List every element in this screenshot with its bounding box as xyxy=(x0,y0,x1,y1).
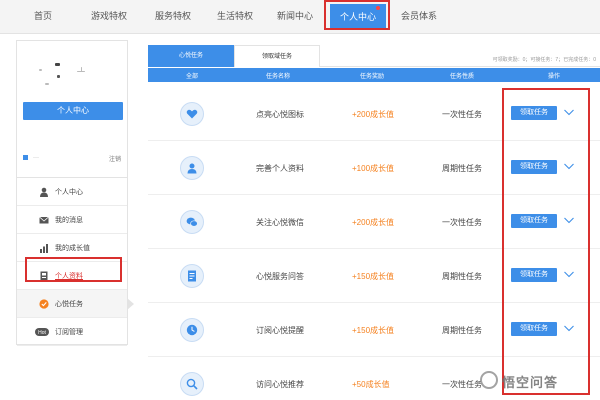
task-type: 一次性任务 xyxy=(442,218,482,227)
table-header: 全部 任务名称 任务奖励 任务性质 操作 xyxy=(148,68,600,82)
sidebar-item-label: 个人中心 xyxy=(55,189,83,196)
highlight-box-profile xyxy=(25,257,122,282)
svg-text:Hot: Hot xyxy=(38,330,46,336)
highlight-box-nav xyxy=(324,0,390,30)
column-header-action: 操作 xyxy=(548,74,561,80)
sidebar-item-tasks[interactable]: 心悦任务 xyxy=(17,290,134,318)
user-status-icon xyxy=(23,155,28,160)
heart-icon xyxy=(186,109,198,119)
task-icon-frame xyxy=(180,318,204,342)
sidebar-item-label: 我的消息 xyxy=(55,217,83,224)
user-line: ··· 注销 xyxy=(23,153,121,163)
watermark-text: 悟空问答 xyxy=(502,375,559,390)
task-icon-frame xyxy=(180,102,204,126)
sidebar-item-label: 订阅管理 xyxy=(55,329,83,336)
column-header-task-name: 任务名称 xyxy=(266,74,291,80)
task-reward: +50成长值 xyxy=(352,380,390,389)
task-type: 周期性任务 xyxy=(442,164,482,173)
wechat-icon xyxy=(186,217,198,227)
nav-item-home[interactable]: 首页 xyxy=(20,0,66,33)
nav-item-service-privileges[interactable]: 服务特权 xyxy=(146,0,200,33)
user-icon xyxy=(40,187,48,197)
sidebar-item-my-messages[interactable]: 我的消息 xyxy=(17,206,127,234)
nav-item-news-center[interactable]: 新闻中心 xyxy=(268,0,322,33)
hot-badge-icon: Hot xyxy=(35,328,49,336)
task-icon-frame xyxy=(180,156,204,180)
avatar xyxy=(35,55,105,89)
tab-xinyue-tasks[interactable]: 心悦任务 xyxy=(148,45,234,67)
task-name: 完善个人资料 xyxy=(256,164,304,173)
tab-claim-tasks[interactable]: 领取域任务 xyxy=(234,45,320,67)
task-reward: +100成长值 xyxy=(352,164,395,173)
personal-center-button[interactable]: 个人中心 xyxy=(23,102,123,120)
task-icon-frame xyxy=(180,210,204,234)
clock-icon xyxy=(186,324,198,336)
top-navigation: 首页 游戏特权 服务特权 生活特权 新闻中心 个人中心 会员体系 xyxy=(0,0,600,34)
task-name: 点亮心悦图标 xyxy=(256,110,304,119)
task-type: 周期性任务 xyxy=(442,326,482,335)
search-icon xyxy=(186,378,198,390)
task-type: 周期性任务 xyxy=(442,272,482,281)
task-name: 访问心悦推荐 xyxy=(256,380,304,389)
nav-item-membership[interactable]: 会员体系 xyxy=(392,0,446,33)
column-header-all[interactable]: 全部 xyxy=(186,71,198,80)
watermark-logo-icon xyxy=(480,371,498,389)
bar-chart-icon xyxy=(40,244,48,253)
sidebar-item-subscriptions[interactable]: Hot 订阅管理 xyxy=(17,318,127,346)
task-type: 一次性任务 xyxy=(442,380,482,389)
task-name: 关注心悦微信 xyxy=(256,218,304,227)
highlight-box-actions xyxy=(502,88,590,395)
task-name: 心悦服务问答 xyxy=(256,272,304,281)
sidebar-item-label: 我的成长值 xyxy=(55,245,90,252)
profile-box: 个人中心 ··· 注销 xyxy=(17,41,127,171)
sidebar-item-label: 心悦任务 xyxy=(55,301,83,308)
profile-icon xyxy=(187,163,197,174)
task-name: 订阅心悦提醒 xyxy=(256,326,304,335)
sidebar-item-personal-center[interactable]: 个人中心 xyxy=(17,178,127,206)
task-summary: 可领取奖励：0；可接任务：7；已完成任务：0 xyxy=(492,57,596,63)
task-reward: +200成长值 xyxy=(352,110,395,119)
logout-link[interactable]: 注销 xyxy=(109,154,121,163)
nav-item-game-privileges[interactable]: 游戏特权 xyxy=(82,0,136,33)
task-icon-frame xyxy=(180,372,204,396)
column-header-type: 任务性质 xyxy=(450,74,475,80)
sidebar: 个人中心 ··· 注销 个人中心 我的消息 我的成长值 个人资料 心悦任务 Ho… xyxy=(16,40,134,346)
task-reward: +200成长值 xyxy=(352,218,395,227)
column-header-reward: 任务奖励 xyxy=(360,74,385,80)
document-icon xyxy=(188,270,196,282)
mail-icon xyxy=(39,216,49,224)
task-type: 一次性任务 xyxy=(442,110,482,119)
task-reward: +150成长值 xyxy=(352,326,395,335)
user-name: ··· xyxy=(33,155,39,161)
task-reward: +150成长值 xyxy=(352,272,395,281)
task-icon-frame xyxy=(180,264,204,288)
task-badge-icon xyxy=(39,299,49,309)
watermark: 悟空问答 xyxy=(480,368,598,392)
nav-item-life-privileges[interactable]: 生活特权 xyxy=(208,0,262,33)
task-tabs: 心悦任务 领取域任务 可领取奖励：0；可接任务：7；已完成任务：0 xyxy=(148,45,600,67)
